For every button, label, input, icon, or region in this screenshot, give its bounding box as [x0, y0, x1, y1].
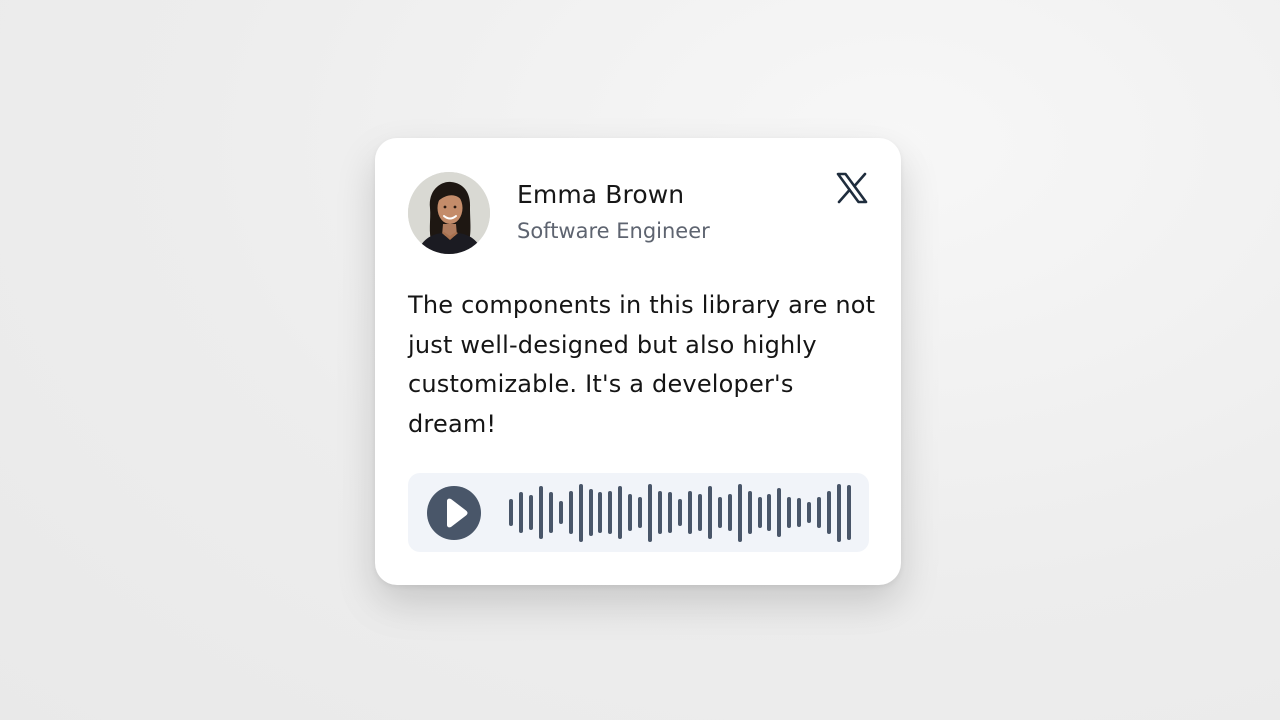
waveform-bar [697, 493, 702, 532]
x-logo-icon[interactable] [835, 172, 869, 204]
waveform-bar [817, 496, 822, 529]
testimonial-text: The components in this library are not j… [408, 291, 876, 438]
waveform-bar [548, 492, 553, 533]
waveform-bar [807, 502, 812, 523]
waveform-bar [538, 486, 543, 539]
waveform-bar [668, 492, 673, 533]
waveform-bar [777, 487, 782, 538]
play-button[interactable] [427, 486, 481, 540]
waveform-bar [618, 486, 623, 539]
avatar [408, 172, 490, 254]
waveform-bar [558, 500, 563, 525]
waveform-bar [727, 493, 732, 532]
waveform-bar [509, 499, 513, 526]
waveform-bar [717, 496, 722, 529]
waveform-bar [608, 490, 613, 535]
waveform-bar [638, 496, 643, 529]
waveform-bar [837, 483, 842, 542]
waveform-bar [737, 483, 742, 542]
waveform-bar [677, 499, 682, 526]
waveform-bar [687, 490, 692, 535]
author-role: Software Engineer [517, 219, 710, 243]
waveform-bar [707, 486, 712, 539]
person-photo-icon [408, 172, 490, 254]
waveform-bar [827, 490, 832, 535]
waveform-bar [578, 483, 583, 542]
waveform-bar [846, 484, 851, 541]
waveform-bar [747, 490, 752, 535]
audio-waveform[interactable] [509, 473, 859, 552]
audio-player [408, 473, 869, 552]
waveform-bar [757, 496, 762, 529]
waveform-bar [648, 483, 653, 542]
testimonial-card: Emma Brown Software Engineer The compone… [375, 138, 901, 585]
play-icon [447, 498, 468, 528]
waveform-bar [767, 493, 772, 532]
waveform-bar [598, 492, 603, 533]
waveform-bar [528, 495, 533, 530]
waveform-bar [518, 492, 523, 533]
waveform-bar [568, 490, 573, 535]
waveform-bar [658, 490, 663, 535]
waveform-bar [797, 498, 802, 527]
author-name: Emma Brown [517, 180, 685, 209]
waveform-bar [588, 489, 593, 536]
waveform-bar [787, 496, 792, 529]
waveform-bar [628, 493, 633, 532]
